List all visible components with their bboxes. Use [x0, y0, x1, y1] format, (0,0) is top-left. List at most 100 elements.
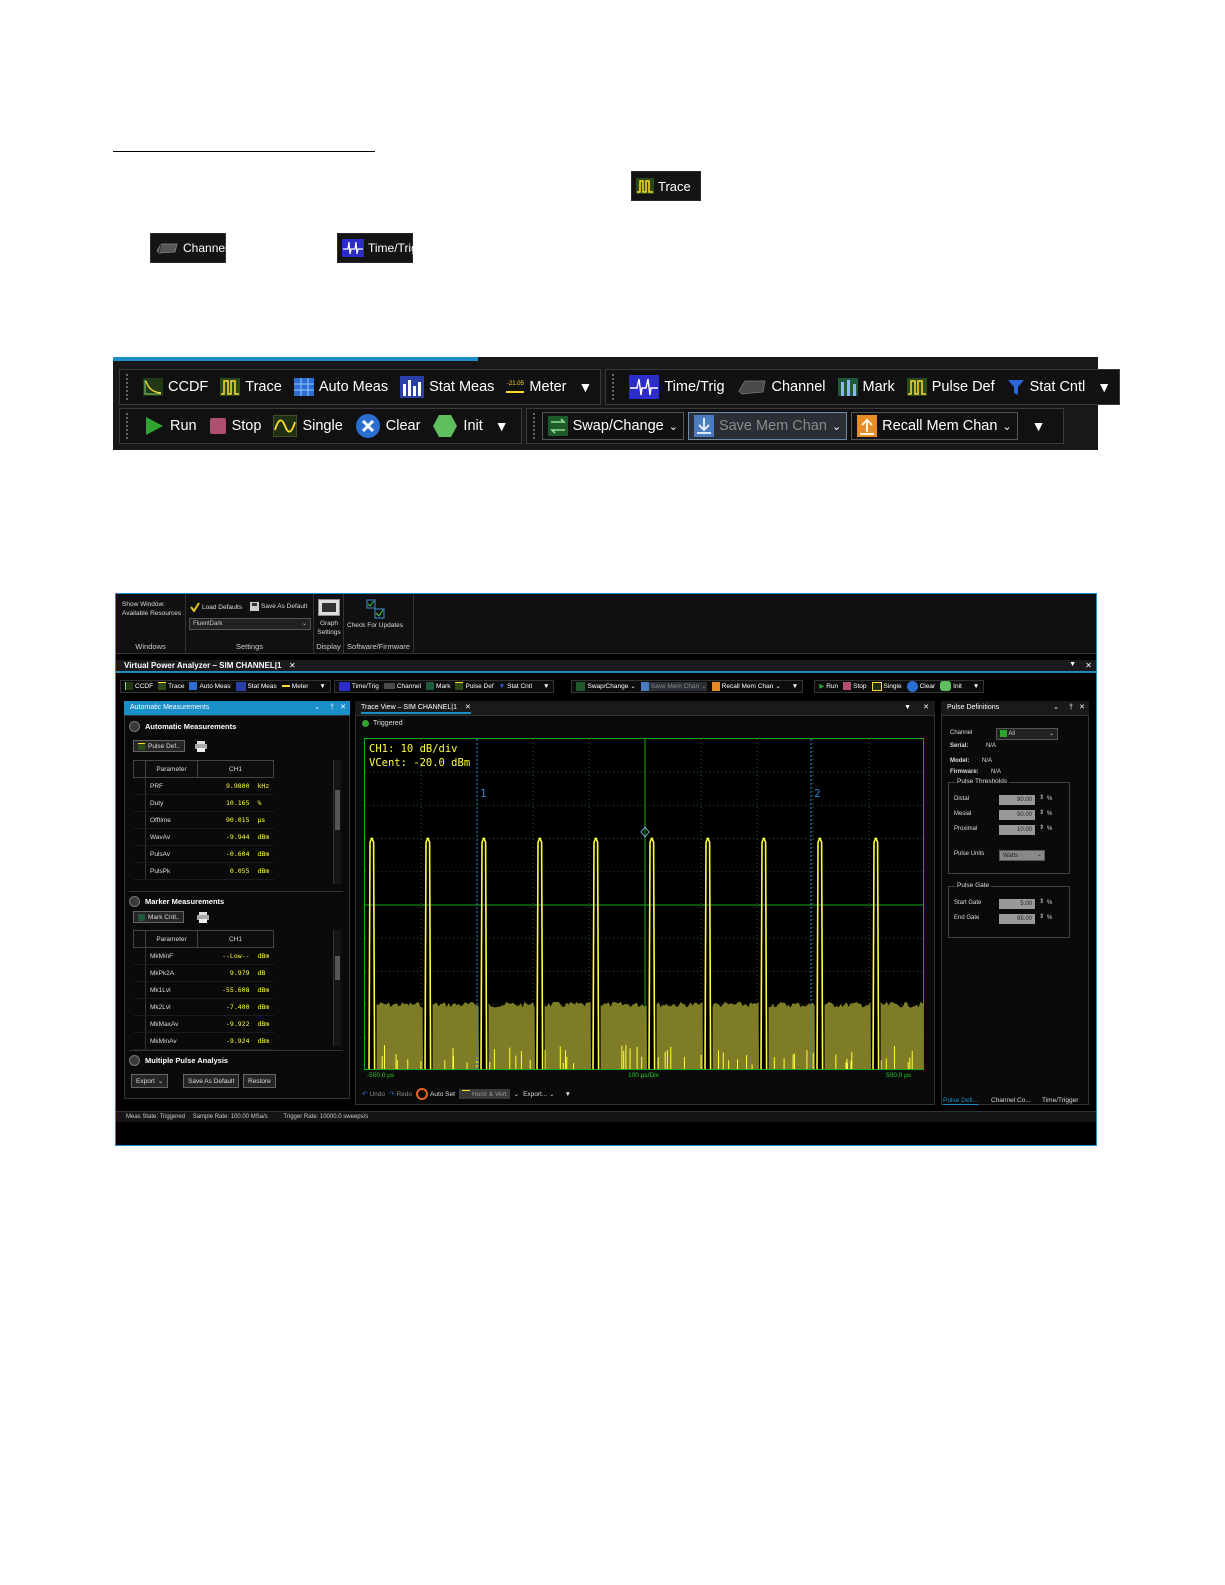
load-defaults-button[interactable]: Load Defaults: [190, 602, 242, 612]
single-button[interactable]: Single: [871, 681, 902, 691]
trace-button[interactable]: Trace: [220, 378, 282, 396]
auto-meas-scrollbar[interactable]: [333, 760, 341, 884]
group-overflow-arrow-icon[interactable]: ▼: [579, 379, 593, 395]
chevron-down-icon[interactable]: ⌄: [1053, 701, 1059, 715]
table-row[interactable]: Offtime 90.015 µs: [133, 811, 274, 829]
close-icon[interactable]: ✕: [340, 701, 346, 715]
stat-meas-button[interactable]: Stat Meas: [235, 681, 277, 691]
group-overflow-arrow-icon[interactable]: ▼: [319, 683, 325, 690]
time-trig-button[interactable]: Time/Trig: [338, 681, 379, 691]
chevron-down-icon[interactable]: ⌄: [514, 1090, 519, 1098]
tab-pulse-def[interactable]: Pulse Defi...: [943, 1097, 979, 1105]
dropdown-arrow-icon[interactable]: ▼: [904, 701, 911, 715]
tab-time-trigger[interactable]: Time/Trigger: [1042, 1097, 1078, 1104]
table-row[interactable]: PRF 9.9800 kHz: [133, 777, 274, 795]
expand-icon[interactable]: [129, 1055, 140, 1066]
group-overflow-arrow-icon[interactable]: ▼: [973, 683, 979, 690]
stat-cntl-button[interactable]: ▼ Stat Cntl: [499, 683, 532, 690]
group-overflow-arrow-icon[interactable]: ▼: [792, 683, 798, 690]
chevron-down-icon[interactable]: ⌄: [314, 701, 320, 715]
init-button[interactable]: Init: [432, 414, 483, 438]
start-gate-input[interactable]: 5.00: [999, 899, 1035, 909]
check-updates-label[interactable]: Check For Updates: [347, 621, 403, 630]
horiz-vert-dropdown[interactable]: Horiz & Vert: [458, 1089, 510, 1099]
marker-meas-scrollbar[interactable]: [333, 930, 341, 1046]
trace-inline-button[interactable]: Trace: [631, 171, 701, 201]
document-tab-title[interactable]: Virtual Power Analyzer – SIM CHANNEL|1: [124, 661, 281, 670]
mark-button[interactable]: Mark: [837, 378, 895, 396]
tab-channel-config[interactable]: Channel Co...: [991, 1097, 1031, 1104]
pin-icon[interactable]: †: [1069, 701, 1073, 715]
spinner-arrows-icon[interactable]: ⇕: [1039, 898, 1044, 905]
channel-button[interactable]: Channel: [737, 378, 826, 396]
col-header-parameter[interactable]: Parameter: [145, 760, 198, 778]
printer-icon[interactable]: [197, 911, 209, 923]
close-icon[interactable]: ✕: [465, 704, 471, 711]
table-row[interactable]: MkMinAv -9.924 dBm: [133, 1032, 274, 1050]
close-icon[interactable]: ✕: [1085, 661, 1092, 670]
restore-button[interactable]: Restore: [243, 1074, 276, 1088]
recall-mem-chan-button[interactable]: Recall Mem Chan ⌄: [851, 412, 1018, 440]
channel-button[interactable]: Channel: [383, 683, 421, 690]
mark-button[interactable]: Mark: [426, 682, 450, 690]
overflow-arrow-icon[interactable]: ▼: [565, 1091, 571, 1098]
group-overflow-arrow-icon[interactable]: ▼: [1032, 418, 1046, 434]
time-trig-button[interactable]: Time/Trig: [629, 375, 725, 399]
single-button[interactable]: Single: [273, 415, 343, 437]
grip-handle[interactable]: [532, 413, 536, 439]
end-gate-input[interactable]: 95.00: [999, 914, 1035, 924]
collapse-icon[interactable]: [129, 896, 140, 907]
spinner-arrows-icon[interactable]: ⇕: [1039, 913, 1044, 920]
run-button[interactable]: ▶ Run: [819, 682, 838, 691]
grip-handle[interactable]: [126, 413, 129, 439]
distal-input[interactable]: 90.00: [999, 795, 1035, 805]
spinner-arrows-icon[interactable]: ⇕: [1039, 794, 1044, 801]
trace-view-tab[interactable]: Trace View – SIM CHANNEL|1 ✕: [361, 704, 471, 714]
pulse-units-dropdown[interactable]: Watts ⌄: [999, 850, 1045, 861]
available-resources-link[interactable]: Available Resources: [122, 609, 181, 618]
table-row[interactable]: MkPk2A 9.979 dB: [133, 964, 274, 982]
graph-settings-label[interactable]: Graph Settings: [317, 619, 341, 637]
channel-inline-button[interactable]: Channel: [150, 233, 228, 263]
redo-button[interactable]: ↷ Redo: [389, 1090, 412, 1099]
chevron-down-icon[interactable]: ⌄: [832, 420, 841, 433]
auto-set-button[interactable]: Auto Set: [416, 1088, 455, 1100]
swap-change-button[interactable]: Swap/Change ⌄: [576, 681, 636, 691]
save-mem-chan-button[interactable]: Save Mem Chan ⌄: [687, 412, 848, 440]
spinner-arrows-icon[interactable]: ⇕: [1039, 809, 1044, 816]
table-row[interactable]: PulsPk 0.055 dBm: [133, 862, 274, 880]
auto-meas-button[interactable]: Auto Meas: [189, 682, 231, 690]
collapse-icon[interactable]: [129, 721, 140, 732]
dropdown-arrow-icon[interactable]: ▼: [1069, 661, 1076, 668]
save-as-default-button[interactable]: Save As Default: [183, 1074, 240, 1088]
multi-pulse-section-header[interactable]: Multiple Pulse Analysis: [129, 1050, 343, 1066]
chevron-down-icon[interactable]: ⌄: [669, 420, 678, 433]
auto-meas-section-header[interactable]: Automatic Measurements: [129, 721, 236, 732]
clear-button[interactable]: Clear: [906, 680, 935, 692]
swap-change-button[interactable]: Swap/Change ⌄: [541, 412, 684, 440]
col-header-ch1[interactable]: CH1: [197, 760, 274, 778]
check-updates-icon[interactable]: [366, 599, 386, 619]
save-mem-chan-button[interactable]: Save Mem Chan ⌄: [640, 681, 707, 691]
pin-icon[interactable]: †: [330, 701, 334, 715]
pulse-def-panel-header[interactable]: Pulse Definitions ⌄ † ✕: [941, 701, 1089, 715]
col-header-parameter[interactable]: Parameter: [145, 930, 198, 948]
meter-button[interactable]: Meter: [281, 683, 308, 690]
mark-cntl-button[interactable]: Mark Cntl..: [133, 911, 185, 923]
graph-settings-icon[interactable]: [318, 599, 340, 616]
table-row[interactable]: MkMaxAv -9.922 dBm: [133, 1015, 274, 1033]
clear-button[interactable]: Clear: [355, 413, 420, 439]
table-row[interactable]: PulsAv -0.604 dBm: [133, 845, 274, 863]
channel-dropdown[interactable]: All ⌄: [996, 728, 1058, 740]
recall-mem-chan-button[interactable]: Recall Mem Chan ⌄: [711, 681, 781, 691]
auto-meas-button[interactable]: Auto Meas: [293, 378, 388, 396]
col-header-ch1[interactable]: CH1: [197, 930, 274, 948]
undo-button[interactable]: ↶ Undo: [362, 1090, 385, 1099]
grip-handle[interactable]: [612, 374, 615, 400]
stat-meas-button[interactable]: Stat Meas: [400, 376, 494, 398]
group-overflow-arrow-icon[interactable]: ▼: [1097, 379, 1111, 395]
spinner-arrows-icon[interactable]: ⇕: [1039, 824, 1044, 831]
run-button[interactable]: Run: [143, 415, 197, 437]
group-overflow-arrow-icon[interactable]: ▼: [543, 683, 549, 690]
pulse-def-button[interactable]: Pulse Def: [906, 378, 995, 396]
